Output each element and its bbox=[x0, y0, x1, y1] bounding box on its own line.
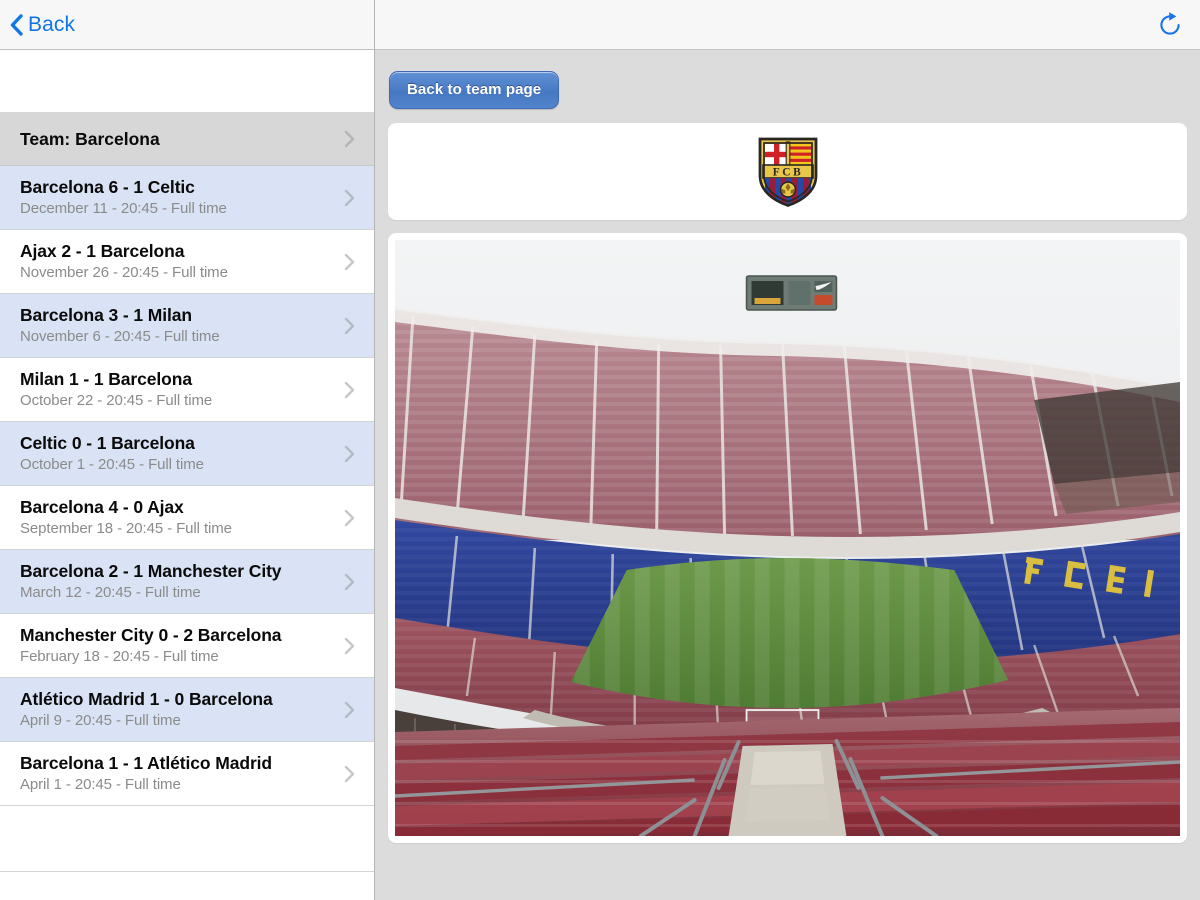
match-title: Barcelona 6 - 1 Celtic bbox=[20, 177, 195, 197]
match-subtitle: October 22 - 20:45 - Full time bbox=[20, 392, 213, 409]
back-button-label: Back bbox=[28, 12, 76, 36]
detail-navbar bbox=[375, 0, 1200, 50]
match-title: Barcelona 3 - 1 Milan bbox=[20, 305, 192, 325]
camp-nou-stadium-photo bbox=[395, 240, 1180, 836]
list-item-match[interactable]: Celtic 0 - 1 Barcelona October 1 - 20:45 … bbox=[0, 422, 374, 486]
detail-pane: Back to team page FCB bbox=[375, 0, 1200, 900]
match-subtitle: September 18 - 20:45 - Full time bbox=[20, 520, 232, 537]
detail-body: Back to team page FCB bbox=[375, 50, 1200, 900]
match-title: Atlético Madrid 1 - 0 Barcelona bbox=[20, 689, 273, 709]
master-navbar: Back bbox=[0, 0, 374, 50]
match-subtitle: April 9 - 20:45 - Full time bbox=[20, 712, 181, 729]
match-subtitle: November 26 - 20:45 - Full time bbox=[20, 264, 228, 281]
chevron-right-icon bbox=[344, 189, 355, 207]
back-to-team-page-button[interactable]: Back to team page bbox=[389, 71, 560, 109]
chevron-right-icon bbox=[344, 445, 355, 463]
match-title: Barcelona 1 - 1 Atlético Madrid bbox=[20, 753, 273, 773]
chevron-right-icon bbox=[344, 509, 355, 527]
chevron-right-icon bbox=[344, 381, 355, 399]
match-subtitle: March 12 - 20:45 - Full time bbox=[20, 584, 201, 601]
list-item-match[interactable]: Ajax 2 - 1 Barcelona November 26 - 20:45 … bbox=[0, 230, 374, 294]
chevron-right-icon bbox=[344, 130, 355, 148]
chevron-right-icon bbox=[344, 573, 355, 591]
chevron-right-icon bbox=[344, 701, 355, 719]
refresh-icon[interactable] bbox=[1156, 11, 1184, 39]
match-title: Ajax 2 - 1 Barcelona bbox=[20, 241, 185, 261]
master-pane: Back Team: Barcelona Barcelona 6 - 1 Cel… bbox=[0, 0, 375, 900]
split-view: Back Team: Barcelona Barcelona 6 - 1 Cel… bbox=[0, 0, 1200, 900]
list-item-match[interactable]: Barcelona 3 - 1 Milan November 6 - 20:45 … bbox=[0, 294, 374, 358]
list-item-match[interactable]: Barcelona 4 - 0 Ajax September 18 - 20:45… bbox=[0, 486, 374, 550]
match-title: Celtic 0 - 1 Barcelona bbox=[20, 433, 195, 453]
match-title: Barcelona 2 - 1 Manchester City bbox=[20, 561, 282, 581]
match-subtitle: December 11 - 20:45 - Full time bbox=[20, 200, 227, 217]
stadium-photo-card bbox=[388, 233, 1187, 843]
match-subtitle: October 1 - 20:45 - Full time bbox=[20, 456, 204, 473]
list-item-match[interactable]: Barcelona 1 - 1 Atlético Madrid April 1 -… bbox=[0, 742, 374, 806]
list-item-match[interactable]: Milan 1 - 1 Barcelona October 22 - 20:45 … bbox=[0, 358, 374, 422]
svg-text:FCB: FCB bbox=[772, 166, 803, 178]
chevron-right-icon bbox=[344, 253, 355, 271]
list-item-match[interactable]: Atlético Madrid 1 - 0 Barcelona April 9 -… bbox=[0, 678, 374, 742]
fc-barcelona-crest-icon: FCB bbox=[757, 136, 819, 208]
detail-toolbar: Back to team page bbox=[388, 63, 1187, 123]
match-title: Milan 1 - 1 Barcelona bbox=[20, 369, 192, 389]
chevron-left-icon bbox=[10, 13, 23, 36]
chevron-right-icon bbox=[344, 765, 355, 783]
match-rows-container: Barcelona 6 - 1 Celtic December 11 - 20:4… bbox=[0, 166, 374, 806]
list-item-match[interactable]: Barcelona 6 - 1 Celtic December 11 - 20:4… bbox=[0, 166, 374, 230]
match-subtitle: February 18 - 20:45 - Full time bbox=[20, 648, 219, 665]
list-item-match[interactable]: Manchester City 0 - 2 Barcelona February … bbox=[0, 614, 374, 678]
list-top-spacer bbox=[0, 50, 374, 112]
list-item-match[interactable]: Barcelona 2 - 1 Manchester City March 12 … bbox=[0, 550, 374, 614]
list-item-team-header[interactable]: Team: Barcelona bbox=[0, 112, 374, 166]
list-bottom-empty-row bbox=[0, 806, 374, 872]
chevron-right-icon bbox=[344, 317, 355, 335]
match-title: Manchester City 0 - 2 Barcelona bbox=[20, 625, 282, 645]
team-header-label: Team: Barcelona bbox=[20, 128, 160, 149]
match-subtitle: November 6 - 20:45 - Full time bbox=[20, 328, 220, 345]
chevron-right-icon bbox=[344, 637, 355, 655]
match-list[interactable]: Team: Barcelona Barcelona 6 - 1 Celtic De… bbox=[0, 50, 374, 900]
team-crest-card: FCB bbox=[388, 123, 1187, 220]
match-title: Barcelona 4 - 0 Ajax bbox=[20, 497, 184, 517]
match-subtitle: April 1 - 20:45 - Full time bbox=[20, 776, 181, 793]
back-button[interactable]: Back bbox=[10, 13, 75, 37]
